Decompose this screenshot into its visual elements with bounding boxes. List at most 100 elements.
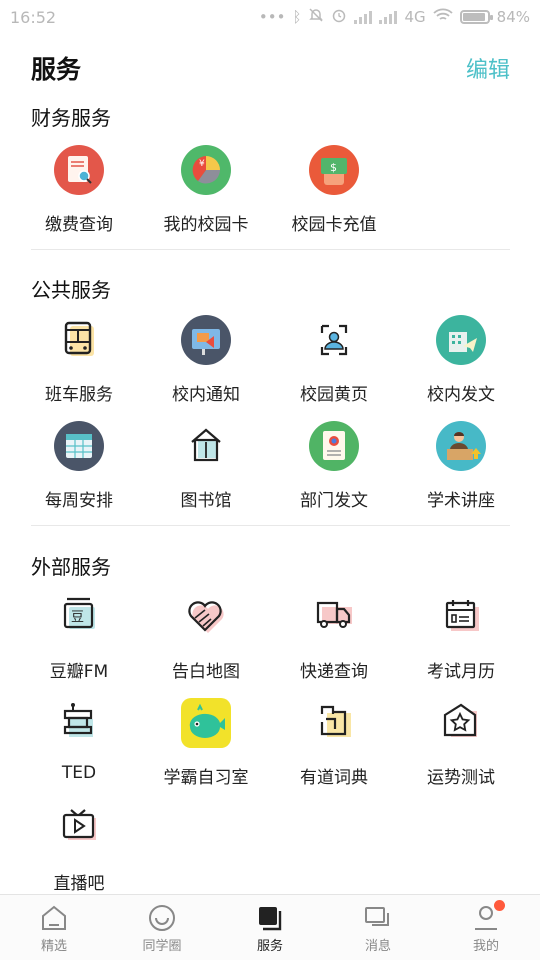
campus-card-icon: ¥: [180, 144, 232, 196]
service-item-express-query[interactable]: 快递查询: [270, 591, 398, 682]
tab-label: 消息: [364, 939, 391, 954]
header: 服务 编辑: [0, 34, 540, 100]
tab-services[interactable]: 服务: [216, 895, 324, 960]
service-item-department-documents[interactable]: 部门发文: [270, 420, 398, 511]
battery-icon: [459, 10, 493, 24]
whale-study-room-icon: [180, 697, 232, 749]
notification-badge: [494, 900, 505, 911]
service-label: 班车服务: [45, 385, 113, 405]
bus-icon: [53, 314, 105, 366]
service-item-shuttle-bus[interactable]: 班车服务: [15, 314, 143, 405]
receipt-search-icon: [53, 144, 105, 196]
dots-icon: •••: [258, 8, 286, 26]
smile-icon: [147, 903, 177, 933]
heart-map-icon: [180, 591, 232, 643]
fortune-star-icon: [435, 697, 487, 749]
edit-button[interactable]: 编辑: [466, 52, 510, 84]
signal-hd-icon: [379, 10, 398, 24]
service-label: 每周安排: [45, 491, 113, 511]
service-label: 有道词典: [300, 768, 368, 788]
service-item-fortune-test[interactable]: 运势测试: [397, 697, 525, 788]
tab-messages[interactable]: 消息: [324, 895, 432, 960]
service-label: 快递查询: [300, 662, 368, 682]
service-label: 校内发文: [427, 385, 495, 405]
service-label: 直播吧: [53, 874, 105, 894]
service-label: 校内通知: [172, 385, 240, 405]
service-item-youdao-dictionary[interactable]: 有道词典: [270, 697, 398, 788]
service-label: 豆瓣FM: [49, 662, 109, 682]
service-label: 学术讲座: [427, 491, 495, 511]
tab-label: 精选: [40, 939, 67, 954]
signal-icon: [354, 10, 373, 24]
service-label: TED: [61, 763, 97, 783]
service-item-library[interactable]: 图书馆: [142, 420, 270, 511]
svg-text:豆: 豆: [71, 610, 84, 625]
svg-text:¥: ¥: [199, 159, 205, 169]
service-label: 考试月历: [427, 662, 495, 682]
divider: [31, 525, 510, 526]
service-label: 缴费查询: [45, 215, 113, 235]
service-item-douban-fm[interactable]: 豆 豆瓣FM: [15, 591, 143, 682]
service-item-exam-calendar[interactable]: 考试月历: [397, 591, 525, 682]
service-item-campus-documents[interactable]: 校内发文: [397, 314, 525, 405]
tab-classmates[interactable]: 同学圈: [108, 895, 216, 960]
notice-icon: [180, 314, 232, 366]
section-title-external: 外部服务: [31, 555, 111, 579]
service-label: 我的校园卡: [163, 215, 249, 235]
status-time: 16:52: [10, 7, 57, 27]
tab-featured[interactable]: 精选: [0, 895, 108, 960]
service-label: 校园黄页: [300, 385, 368, 405]
department-document-icon: [308, 420, 360, 472]
card-recharge-icon: $: [308, 144, 360, 196]
tab-mine[interactable]: 我的: [432, 895, 540, 960]
service-label: 学霸自习室: [163, 768, 249, 788]
service-item-academic-lecture[interactable]: 学术讲座: [397, 420, 525, 511]
network-type: 4G: [404, 8, 426, 26]
service-label: 运势测试: [427, 768, 495, 788]
dictionary-icon: [308, 697, 360, 749]
library-icon: [180, 420, 232, 472]
service-item-card-recharge[interactable]: $ 校园卡充值: [270, 144, 398, 235]
service-icon: [255, 903, 285, 933]
podium-icon: [53, 697, 105, 749]
service-item-payment-query[interactable]: 缴费查询: [15, 144, 143, 235]
delivery-truck-icon: [308, 591, 360, 643]
status-bar: 16:52 ••• ᛒ 4G 84%: [0, 0, 540, 34]
service-item-confession-map[interactable]: 告白地图: [142, 591, 270, 682]
alarm-icon: [331, 7, 347, 27]
calendar-icon: [53, 420, 105, 472]
bluetooth-icon: ᛒ: [292, 8, 302, 26]
wifi-icon: [433, 8, 453, 26]
tab-label: 同学圈: [142, 939, 182, 954]
svg-text:$: $: [330, 161, 337, 174]
service-item-campus-yellow-pages[interactable]: 校园黄页: [270, 314, 398, 405]
status-icons: ••• ᛒ 4G 84%: [259, 7, 530, 27]
service-item-campus-notice[interactable]: 校内通知: [142, 314, 270, 405]
service-item-weekly-schedule[interactable]: 每周安排: [15, 420, 143, 511]
contacts-icon: [308, 314, 360, 366]
service-item-campus-card[interactable]: ¥ 我的校园卡: [142, 144, 270, 235]
service-label: 告白地图: [172, 662, 240, 682]
live-tv-icon: [53, 803, 105, 855]
tab-bar: 精选 同学圈 服务 消息 我的: [0, 894, 540, 960]
section-title-public: 公共服务: [31, 278, 111, 302]
home-icon: [39, 903, 69, 933]
tab-label: 服务: [256, 939, 283, 954]
service-item-live-bar[interactable]: 直播吧: [15, 803, 143, 894]
exam-calendar-icon: [435, 591, 487, 643]
mute-bell-icon: [308, 7, 324, 27]
service-label: 图书馆: [180, 491, 232, 511]
divider: [31, 249, 510, 250]
service-item-ted[interactable]: TED: [15, 697, 143, 783]
message-icon: [363, 903, 393, 933]
battery-percent: 84%: [496, 8, 530, 26]
lecture-icon: [435, 420, 487, 472]
service-item-study-room[interactable]: 学霸自习室: [142, 697, 270, 788]
tab-label: 我的: [472, 939, 499, 954]
service-label: 校园卡充值: [291, 215, 377, 235]
radio-icon: 豆: [53, 591, 105, 643]
service-label: 部门发文: [300, 491, 368, 511]
page-title: 服务: [31, 55, 82, 84]
send-document-icon: [435, 314, 487, 366]
section-title-finance: 财务服务: [31, 106, 111, 130]
